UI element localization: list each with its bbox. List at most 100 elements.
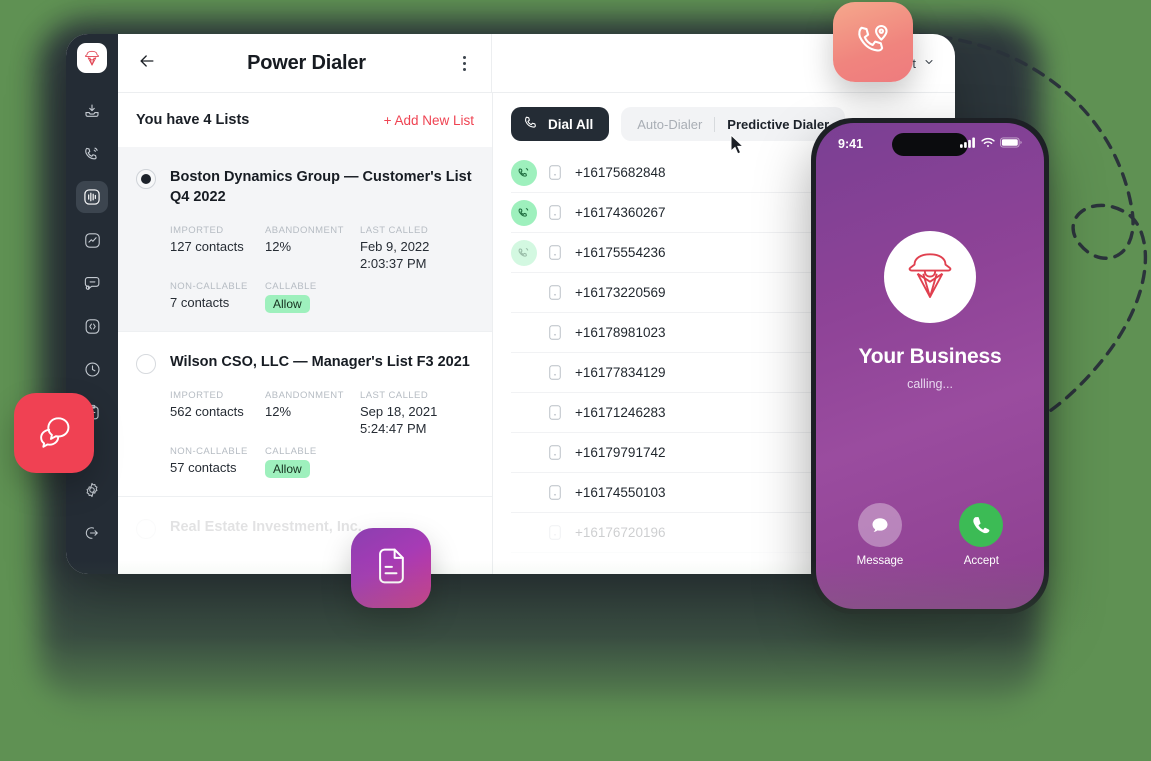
metric-value: 12% <box>265 239 292 254</box>
metric-callable: CALLABLE Allow <box>265 446 360 478</box>
metric-non-callable: NON-CALLABLE 7 contacts <box>170 281 265 313</box>
double-chat-bubble-icon <box>33 410 75 457</box>
kebab-dot <box>462 61 466 65</box>
sidebar-item-developers[interactable] <box>76 310 108 342</box>
sidebar-item-analytics[interactable] <box>76 224 108 256</box>
dial-all-button[interactable]: Dial All <box>511 107 610 141</box>
chat-bubble-icon <box>83 274 102 293</box>
metric-callable: CALLABLE Allow <box>265 281 360 313</box>
phone-number: +16175554236 <box>575 245 666 260</box>
kebab-dot <box>462 55 466 59</box>
phone-number: +16174550103 <box>575 485 666 500</box>
chevron-down-icon <box>923 56 935 71</box>
list-metrics: IMPORTED 127 contacts ABANDONMENT 12% LA… <box>170 225 474 313</box>
list-item-name: Wilson CSO, LLC — Manager's List F3 2021 <box>170 354 470 370</box>
sidebar-item-power-dialer[interactable] <box>76 181 108 213</box>
message-label: Message <box>856 555 904 567</box>
topbar: Power Dialer ount <box>118 34 955 93</box>
caller-name: Your Business <box>858 345 1002 368</box>
metric-label: LAST CALLED <box>360 225 429 236</box>
list-item[interactable]: Boston Dynamics Group — Customer's List … <box>118 147 492 332</box>
accept-label: Accept <box>963 555 999 567</box>
list-metrics: IMPORTED 562 contacts ABANDONMENT 12% LA… <box>170 390 474 478</box>
document-icon <box>372 546 410 591</box>
clock-icon <box>83 360 102 379</box>
list-item-name: Boston Dynamics Group — Customer's List … <box>170 169 472 205</box>
phone-number: +16178981023 <box>575 325 666 340</box>
lists-count-label: You have 4 Lists <box>136 112 250 128</box>
list-radio[interactable] <box>136 354 156 374</box>
list-radio[interactable] <box>136 169 156 189</box>
metric-abandonment: ABANDONMENT 12% <box>265 390 360 436</box>
sidebar-bottom-group <box>76 474 108 574</box>
metric-value: 7 contacts <box>170 295 230 310</box>
lists-pane: You have 4 Lists + Add New List Boston D… <box>118 93 493 574</box>
metric-label: NON-CALLABLE <box>170 446 248 457</box>
lists-scroll-area[interactable]: Boston Dynamics Group — Customer's List … <box>118 147 492 574</box>
list-item-body: Wilson CSO, LLC — Manager's List F3 2021… <box>170 352 474 478</box>
calling-indicator-icon <box>511 159 537 186</box>
metric-label: ABANDONMENT <box>265 390 344 401</box>
phone-number: +16173220569 <box>575 285 666 300</box>
sidebar-item-history[interactable] <box>76 353 108 385</box>
calling-indicator-icon <box>511 199 537 226</box>
sidebar-item-logout[interactable] <box>76 517 108 549</box>
code-icon <box>83 317 102 336</box>
tab-auto-dialer[interactable]: Auto-Dialer <box>625 117 714 132</box>
sim-card-icon <box>549 365 563 380</box>
lists-header: You have 4 Lists + Add New List <box>118 93 492 147</box>
metric-value-time: 2:03:37 PM <box>360 256 427 271</box>
sim-card-icon <box>549 285 563 300</box>
kebab-dot <box>462 67 466 71</box>
metric-non-callable: NON-CALLABLE 57 contacts <box>170 446 265 478</box>
sidebar-item-inbox[interactable] <box>76 95 108 127</box>
avatar <box>884 231 976 323</box>
back-button[interactable] <box>134 50 160 76</box>
calling-indicator-icon <box>511 239 537 266</box>
metric-value: 12% <box>265 404 292 419</box>
sim-card-icon <box>549 325 563 340</box>
metric-value-time: 5:24:47 PM <box>360 421 427 436</box>
list-item-body: Boston Dynamics Group — Customer's List … <box>170 167 474 313</box>
more-menu-button[interactable] <box>453 50 475 76</box>
phone-location-icon <box>852 19 894 66</box>
phone-number: +16171246283 <box>575 405 666 420</box>
list-item-name: Real Estate Investment, Inc. <box>170 519 362 535</box>
arrow-left-icon <box>137 51 157 76</box>
metric-label: IMPORTED <box>170 225 224 236</box>
sidebar-item-messages[interactable] <box>76 267 108 299</box>
brand-logo[interactable] <box>77 43 107 73</box>
sidebar-item-calls[interactable] <box>76 138 108 170</box>
status-badge: Allow <box>265 295 310 313</box>
list-item[interactable]: Real Estate Investment, Inc. <box>118 497 492 574</box>
phone-number: +16174360267 <box>575 205 666 220</box>
list-item[interactable]: Wilson CSO, LLC — Manager's List F3 2021… <box>118 332 492 497</box>
sim-card-icon <box>549 445 563 460</box>
metric-label: IMPORTED <box>170 390 224 401</box>
metric-spacer <box>360 281 474 313</box>
waveform-icon <box>82 187 102 207</box>
status-time: 9:41 <box>838 137 864 151</box>
metric-label: LAST CALLED <box>360 390 429 401</box>
call-location-badge[interactable] <box>833 2 913 82</box>
phone-number: +16175682848 <box>575 165 666 180</box>
accept-button[interactable]: Accept <box>959 503 1004 567</box>
phone-number: +16179791742 <box>575 445 666 460</box>
dialer-mode-switch: Auto-Dialer Predictive Dialer <box>621 107 846 141</box>
add-new-list-button[interactable]: + Add New List <box>384 113 474 128</box>
analytics-icon <box>83 231 102 250</box>
topbar-left: Power Dialer <box>118 34 492 92</box>
sim-card-icon <box>549 525 563 540</box>
chat-badge[interactable] <box>14 393 94 473</box>
document-badge[interactable] <box>351 528 431 608</box>
metric-value: Feb 9, 2022 <box>360 239 430 254</box>
brand-logo <box>899 244 961 311</box>
metric-value: 57 contacts <box>170 460 237 475</box>
metric-abandonment: ABANDONMENT 12% <box>265 225 360 271</box>
message-button[interactable]: Message <box>856 503 904 567</box>
call-actions: Message Accept <box>816 503 1044 567</box>
metric-value: 562 contacts <box>170 404 244 419</box>
phone-number: +16177834129 <box>575 365 666 380</box>
list-radio[interactable] <box>136 519 156 539</box>
sidebar-item-settings[interactable] <box>76 474 108 506</box>
